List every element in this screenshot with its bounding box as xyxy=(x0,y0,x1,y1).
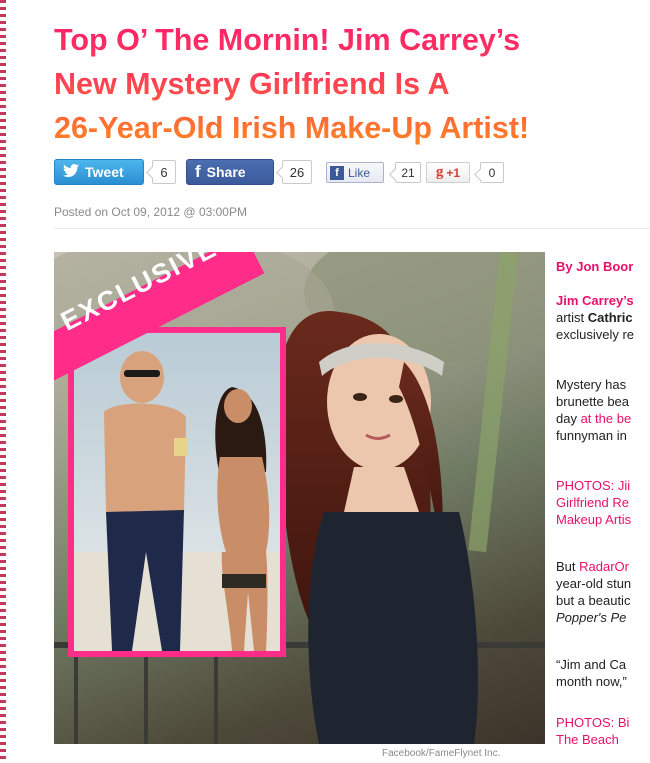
like-count: 21 xyxy=(395,162,421,183)
divider xyxy=(54,228,650,229)
photos-link[interactable]: The Beach xyxy=(556,731,629,748)
gplus-count: 0 xyxy=(480,162,504,183)
tweet-label: Tweet xyxy=(85,164,124,180)
text: But xyxy=(556,559,580,574)
twitter-bird-icon xyxy=(63,163,79,181)
paragraph-line: But RadarOr xyxy=(556,558,631,575)
article-paragraph: But RadarOr year-old stun but a beautic … xyxy=(556,558,631,626)
article-link[interactable]: at the be xyxy=(581,411,632,426)
article-paragraph: Mystery has brunette bea day at the be f… xyxy=(556,376,631,444)
paragraph-line: Mystery has xyxy=(556,377,627,392)
paragraph-line: funnyman in xyxy=(556,428,627,443)
article-paragraph: Jim Carrey’s artist Cathric exclusively … xyxy=(556,292,634,343)
paragraph-line: day at the be xyxy=(556,410,631,427)
headline-line: Top O’ The Mornin! Jim Carrey’s xyxy=(54,23,521,57)
photo-credit: Facebook/FameFlynet Inc. xyxy=(382,748,501,759)
paragraph-line: artist Cathric xyxy=(556,309,634,326)
facebook-like-button[interactable]: f Like xyxy=(326,162,384,183)
paragraph-line: month now,” xyxy=(556,674,627,689)
paragraph-line: exclusively re xyxy=(556,327,635,342)
share-label: Share xyxy=(206,164,246,180)
photos-link[interactable]: Makeup Artis xyxy=(556,511,631,528)
photo-illustration xyxy=(54,252,545,744)
photos-link[interactable]: PHOTOS: Bi xyxy=(556,714,629,731)
facebook-like-icon: f xyxy=(330,165,344,180)
photos-link[interactable]: Girlfriend Re xyxy=(556,494,631,511)
like-label: Like xyxy=(348,165,371,180)
article-paragraph: “Jim and Ca month now,” xyxy=(556,656,627,690)
photos-link-block[interactable]: PHOTOS: Bi The Beach xyxy=(556,714,629,748)
photos-link-block[interactable]: PHOTOS: Jii Girlfriend Re Makeup Artis xyxy=(556,477,631,528)
article-headline: Top O’ The Mornin! Jim Carrey’s New Myst… xyxy=(54,18,650,150)
photos-link[interactable]: PHOTOS: Jii xyxy=(556,477,631,494)
post-date: Posted on Oct 09, 2012 @ 03:00PM xyxy=(54,205,247,219)
share-count: 26 xyxy=(282,160,312,184)
text: artist xyxy=(556,310,588,325)
text: day xyxy=(556,411,581,426)
text-bold: Cathric xyxy=(587,310,633,325)
page-border-decoration xyxy=(0,0,6,763)
article-body-preview: By Jon Boor Jim Carrey’s artist Cathric … xyxy=(556,252,650,752)
paragraph-line: but a beautic xyxy=(556,593,631,608)
byline: By Jon Boor xyxy=(556,259,634,274)
article-link[interactable]: RadarOr xyxy=(579,559,629,574)
headline-line: New Mystery Girlfriend Is A xyxy=(54,67,450,101)
tweet-count: 6 xyxy=(152,160,176,184)
paragraph-line: year-old stun xyxy=(556,576,632,591)
facebook-share-button[interactable]: f Share xyxy=(186,159,274,185)
google-plus-icon: g xyxy=(435,164,444,180)
paragraph-line: brunette bea xyxy=(556,394,630,409)
article-photo: EXCLUSIVE xyxy=(54,252,545,744)
article-link[interactable]: Jim Carrey’s xyxy=(556,292,634,309)
google-plus-button[interactable]: g +1 xyxy=(426,162,470,183)
headline-line: 26-Year-Old Irish Make-Up Artist! xyxy=(54,111,530,145)
gplus-label: +1 xyxy=(446,165,461,180)
paragraph-line: Popper's Pe xyxy=(556,610,627,625)
paragraph-line: “Jim and Ca xyxy=(556,657,627,672)
facebook-icon: f xyxy=(195,162,201,181)
tweet-button[interactable]: Tweet xyxy=(54,159,144,185)
